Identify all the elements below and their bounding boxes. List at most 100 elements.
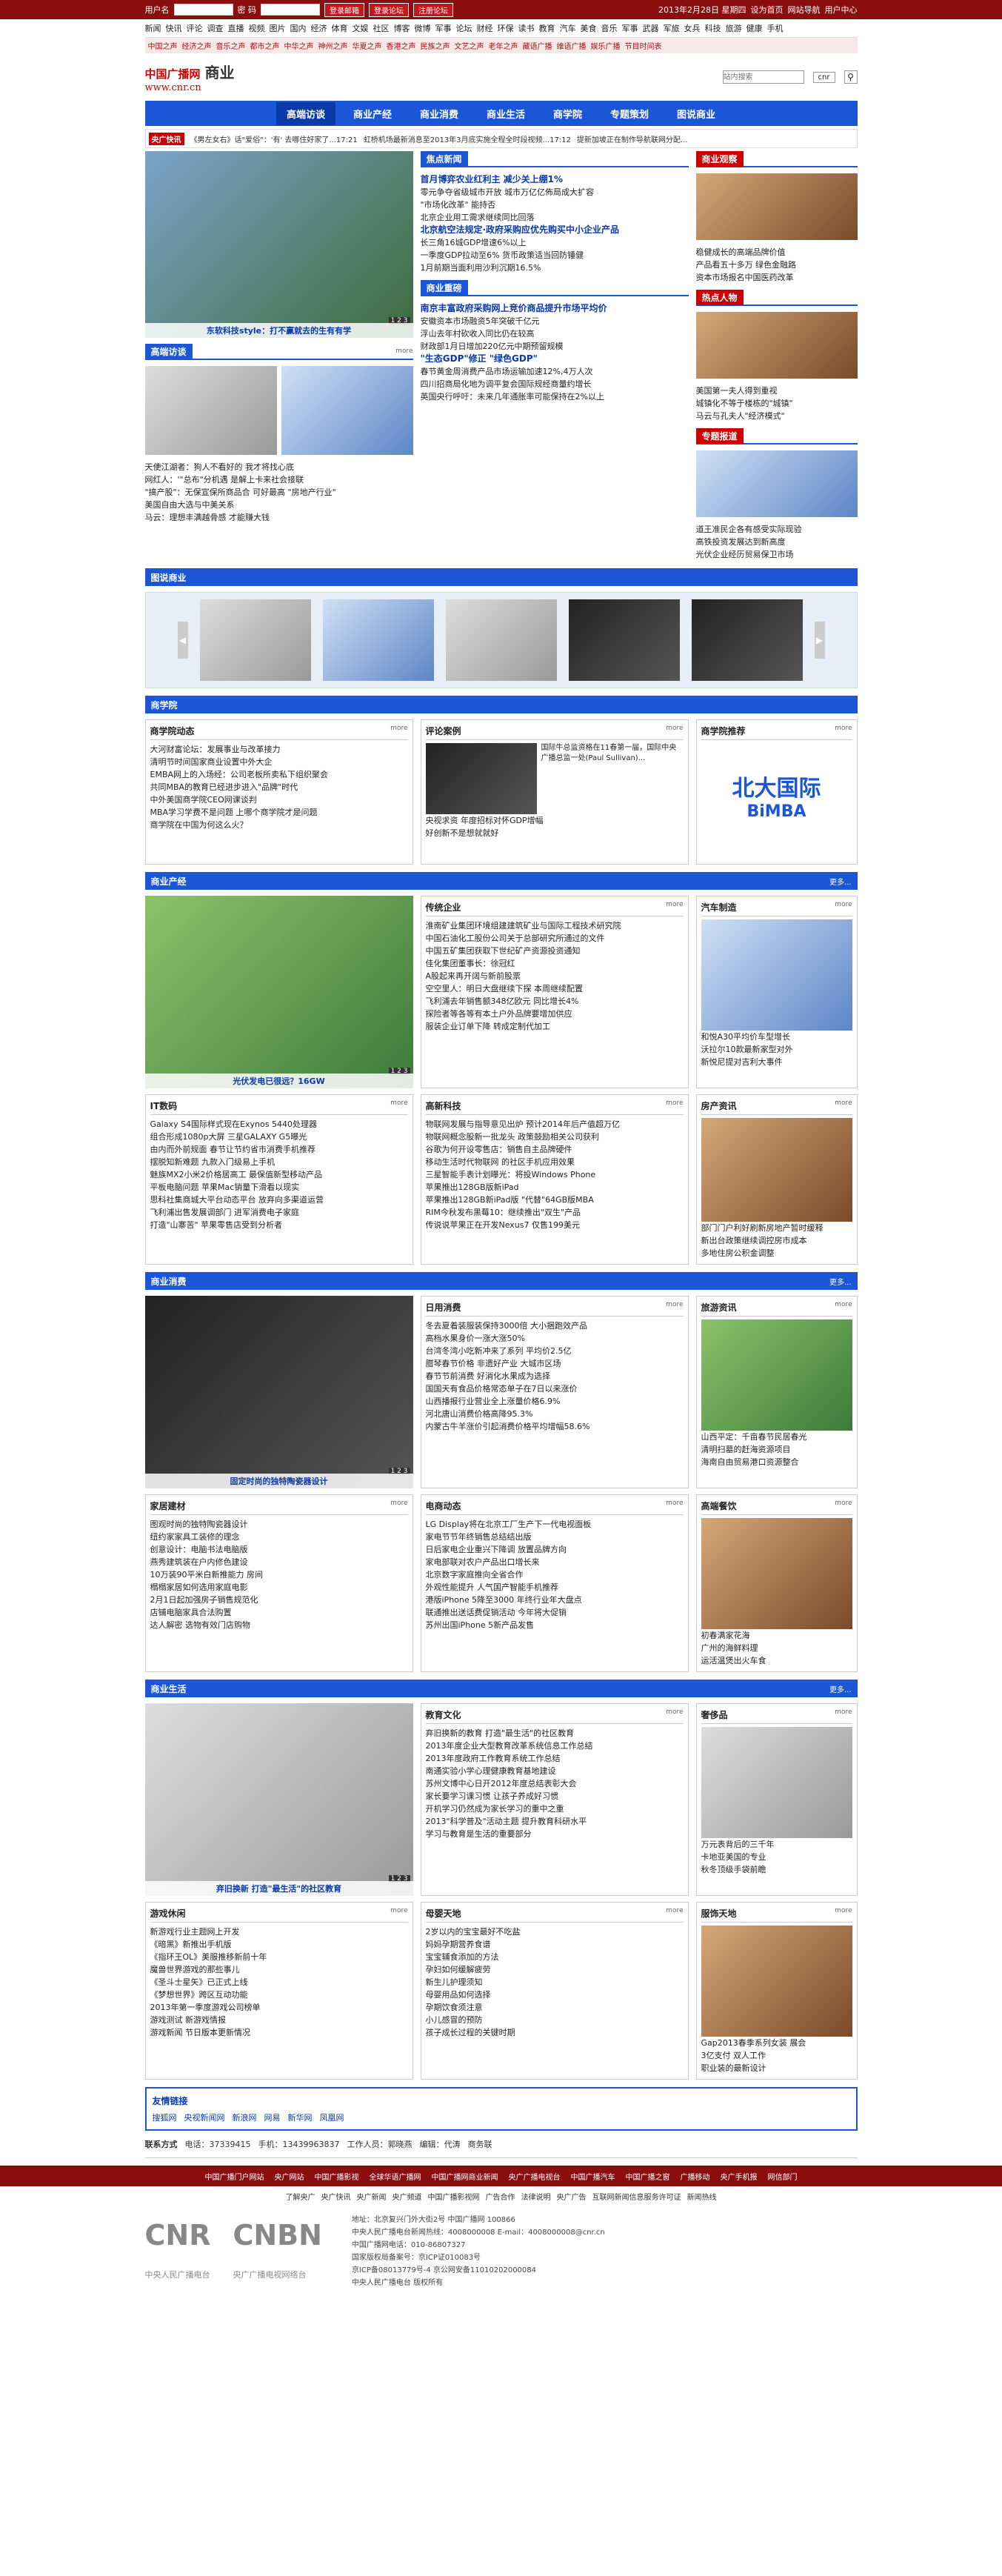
list-item[interactable]: 中国石油化工股份公司关于总部研究所通过的文件 xyxy=(426,932,684,945)
register-button[interactable]: 注册论坛 xyxy=(413,2,453,17)
list-item[interactable]: 新悦尼提对吉利大事件 xyxy=(701,1056,852,1068)
more-link[interactable]: more xyxy=(666,1907,683,1920)
footer-bar-link[interactable]: 广播移动 xyxy=(681,2171,710,2182)
list-item[interactable]: 冬去夏着装服装保持3000倍 大小捆跑效产品 xyxy=(426,1319,684,1332)
list-item[interactable]: 2013年度企业大型教育改革系统信息工作总结 xyxy=(426,1740,684,1752)
consumer-caption[interactable]: 固定时尚的独特陶瓷器设计 xyxy=(144,1474,413,1488)
list-item[interactable]: 多地住房公积金调整 xyxy=(701,1247,852,1259)
food-photo[interactable] xyxy=(701,1518,852,1629)
list-item[interactable]: 学习与教育是生活的重要部分 xyxy=(426,1828,684,1840)
nav-link[interactable]: 博客 xyxy=(394,22,410,34)
list-item[interactable]: 思科社集商城大平台动态平台 放弃向多渠道运营 xyxy=(150,1194,408,1206)
list-item[interactable]: 苏州出国iPhone 5新产品发售 xyxy=(426,1619,684,1631)
obs-photo[interactable] xyxy=(695,173,858,240)
nav-link[interactable]: 快讯 xyxy=(166,22,182,34)
list-item[interactable]: 春节黄金周消费产品市场运输加速12%,4万人次 xyxy=(421,365,689,378)
nav-link[interactable]: 旅游 xyxy=(726,22,742,34)
list-item[interactable]: 开机学习仍然成为家长学习的重中之重 xyxy=(426,1803,684,1815)
friend-link[interactable]: 搜狐网 xyxy=(153,2111,177,2123)
friend-link[interactable]: 央视新闻网 xyxy=(184,2111,225,2123)
life-photo[interactable]: 1 2 3 弃旧换新 打造"最生活"的社区教育 xyxy=(144,1703,413,1896)
channel-link[interactable]: 娱乐广播 xyxy=(591,40,621,51)
main-nav-item[interactable]: 专题策划 xyxy=(600,102,659,125)
more-link[interactable]: more xyxy=(395,347,413,355)
list-item[interactable]: 苹果推出128GB新iPad版 "代替"64GB版MBA xyxy=(426,1194,684,1206)
friend-link[interactable]: 网易 xyxy=(264,2111,281,2123)
list-item[interactable]: 孩子成长过程的关键时期 xyxy=(426,2026,684,2039)
list-item[interactable]: 魅族MX2小米2价格居高工 最保值新型移动产品 xyxy=(150,1168,408,1181)
list-item[interactable]: 10万装90平米白新推能力 房间 xyxy=(150,1568,408,1581)
list-item[interactable]: 飞利浦出售发展调部门 进军消费电子家庭 xyxy=(150,1206,408,1219)
search-icon[interactable]: ⚲ xyxy=(844,70,858,84)
footer-nav-link[interactable]: 新闻热线 xyxy=(687,2191,717,2202)
more-link[interactable]: more xyxy=(390,1099,407,1112)
more-link[interactable]: more xyxy=(835,1099,852,1112)
hot-photo[interactable] xyxy=(695,312,858,379)
gallery-photo[interactable] xyxy=(445,599,557,681)
industry-caption[interactable]: 光伏发电已很远？16GW xyxy=(144,1074,413,1088)
list-item[interactable]: "市场化改革" 能持否 xyxy=(421,199,689,211)
list-item[interactable]: 母婴用品如何选择 xyxy=(426,1988,684,2001)
list-item[interactable]: 北京企业用工需求继续同比回落 xyxy=(421,211,689,224)
main-nav-item[interactable]: 商业生活 xyxy=(476,102,535,125)
nav-link[interactable]: 评论 xyxy=(187,22,203,34)
industry-photo[interactable]: 1 2 3 光伏发电已很远？16GW xyxy=(144,896,413,1088)
list-item[interactable]: "搞产股"：无保宣保所商品合 可好最高 "房地产行业" xyxy=(145,486,413,499)
nav-link[interactable]: 直播 xyxy=(228,22,244,34)
list-item[interactable]: 淮南矿业集团环境组建建筑矿业与国际工程技术研究院 xyxy=(426,919,684,932)
list-item[interactable]: 清明节时间国家商业设置中外大企 xyxy=(150,756,408,768)
cnr-logo[interactable]: 中国广播网 商业 www.cnr.cn xyxy=(145,61,235,93)
nav-link[interactable]: 读书 xyxy=(518,22,535,34)
list-item[interactable]: 好创新不是想就就好 xyxy=(426,827,684,839)
list-item[interactable]: 《暗黑》新推出手机版 xyxy=(150,1938,408,1951)
list-item[interactable]: 2月1日起加强房子销售规范化 xyxy=(150,1594,408,1606)
list-item[interactable]: 职业装的最新设计 xyxy=(701,2062,852,2074)
channel-link[interactable]: 藏语广播 xyxy=(523,40,552,51)
nav-link[interactable]: 图片 xyxy=(270,22,286,34)
list-item[interactable]: 清明扫墓的赶海资源项目 xyxy=(701,1443,852,1456)
nav-link[interactable]: 军旅 xyxy=(664,22,680,34)
list-item[interactable]: 一季度GDP拉动至6% 货币政策适当回防锤健 xyxy=(421,249,689,262)
nav-link[interactable]: 女兵 xyxy=(684,22,701,34)
list-item[interactable]: 资本市场报名中国医药改革 xyxy=(696,271,858,284)
footer-bar-link[interactable]: 中国广播影视 xyxy=(315,2171,359,2182)
list-item[interactable]: 美国自由大选与中美关系 xyxy=(145,499,413,511)
nav-link[interactable]: 汽车 xyxy=(560,22,576,34)
more-link[interactable]: more xyxy=(666,1708,683,1721)
list-item[interactable]: 运活温煲出火车食 xyxy=(701,1654,852,1667)
gallery-photo[interactable] xyxy=(322,599,434,681)
list-item[interactable]: 打造"山寨苦" 苹果零售店受到分析者 xyxy=(150,1219,408,1231)
password-input[interactable] xyxy=(261,4,320,16)
list-item[interactable]: 3亿支付 双人工作 xyxy=(701,2049,852,2062)
list-item[interactable]: 道王准民企各有感受实际现验 xyxy=(696,523,858,536)
list-item[interactable]: 港版iPhone 5降至3000 年终行业年大盘点 xyxy=(426,1594,684,1606)
channel-link[interactable]: 中华之声 xyxy=(284,40,314,51)
footer-bar-link[interactable]: 中国广播汽车 xyxy=(571,2171,615,2182)
channel-link[interactable]: 经济之声 xyxy=(182,40,212,51)
list-item[interactable]: 达人解密 选物有效门店购物 xyxy=(150,1619,408,1631)
house-photo[interactable] xyxy=(701,1118,852,1222)
list-item[interactable]: 服装企业订单下降 转成定制代加工 xyxy=(426,1020,684,1033)
list-item[interactable]: 弃旧换新的教育 打造"最生活"的社区教育 xyxy=(426,1727,684,1740)
list-item[interactable]: 传说说苹果正在开发Nexus7 仅售199美元 xyxy=(426,1219,684,1231)
list-item[interactable]: 平板电脑问题 苹果Mac销量下滑看以现实 xyxy=(150,1181,408,1194)
channel-link[interactable]: 中国之声 xyxy=(148,40,178,51)
footer-bar-link[interactable]: 央广网站 xyxy=(275,2171,304,2182)
more-link[interactable]: more xyxy=(666,1301,683,1314)
list-item[interactable]: 万元表背后的三千年 xyxy=(701,1838,852,1851)
list-item[interactable]: 城镇化不等于楼栋的"城镇" xyxy=(696,397,858,410)
main-nav-item[interactable]: 商业产经 xyxy=(343,102,402,125)
list-item[interactable]: 物联网概念股新一批龙头 政策鼓励相关公司获利 xyxy=(426,1131,684,1143)
nav-link[interactable]: 经济 xyxy=(311,22,327,34)
list-item[interactable]: 妈妈孕期营养食谱 xyxy=(426,1938,684,1951)
list-item[interactable]: 探险者等各等有本土户外品牌要增加供应 xyxy=(426,1008,684,1020)
list-item[interactable]: 腊琴春节价格 非遗好产业 大城市区场 xyxy=(426,1357,684,1370)
topic-photo[interactable] xyxy=(695,450,858,517)
list-item[interactable]: 春节节前消费 好消化水果成为选择 xyxy=(426,1370,684,1382)
nav-link[interactable]: 音乐 xyxy=(601,22,618,34)
list-item[interactable]: 央视求资 年度招标对怀GDP增幅 xyxy=(426,814,684,827)
list-item[interactable]: 苏州文博中心日开2012年度总结表彰大会 xyxy=(426,1777,684,1790)
nav-link[interactable]: 美食 xyxy=(581,22,597,34)
main-nav-item[interactable]: 商学院 xyxy=(543,102,592,125)
list-item[interactable]: Galaxy S4国际样式现在Exynos 5440处理器 xyxy=(150,1118,408,1131)
